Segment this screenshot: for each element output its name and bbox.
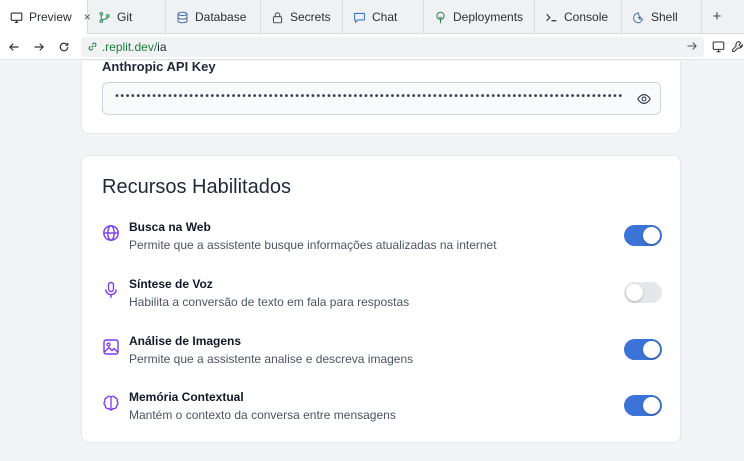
- url-path: ia: [157, 39, 167, 54]
- api-key-masked-value: ••••••••••••••••••••••••••••••••••••••••…: [114, 91, 624, 102]
- feature-voice-synthesis: Síntese de Voz Habilita a conversão de t…: [102, 277, 662, 317]
- tab-bar: Preview × Git Database Secrets Chat Depl…: [0, 0, 744, 34]
- feature-description: Permite que a assistente analise e descr…: [129, 352, 414, 366]
- arrow-right-icon[interactable]: [686, 40, 698, 52]
- deployment-tree-icon: [436, 11, 445, 23]
- feature-toggle[interactable]: [624, 339, 662, 360]
- feature-description: Habilita a conversão de texto em fala pa…: [129, 295, 410, 309]
- git-branch-icon: [99, 11, 110, 23]
- address-bar: .replit.dev/ ia: [0, 34, 744, 60]
- database-icon: [177, 11, 188, 23]
- api-key-card: Anthropic API Key ••••••••••••••••••••••…: [81, 61, 681, 134]
- eye-icon[interactable]: [637, 92, 651, 106]
- brain-icon: [103, 395, 119, 411]
- feature-name: Análise de Imagens: [129, 334, 242, 348]
- tab-label: Database: [195, 10, 247, 24]
- feature-toggle[interactable]: [624, 395, 662, 416]
- feature-description: Permite que a assistente busque informaç…: [129, 238, 497, 252]
- lock-icon: [272, 11, 283, 23]
- feature-name: Síntese de Voz: [129, 277, 213, 291]
- feature-web-search: Busca na Web Permite que a assistente bu…: [102, 220, 662, 260]
- tab-label: Console: [564, 10, 609, 24]
- tab-label: Preview: [29, 10, 72, 24]
- terminal-icon: [546, 13, 557, 21]
- url-field[interactable]: .replit.dev/ ia: [80, 36, 704, 57]
- tab-chat[interactable]: Chat: [343, 0, 424, 34]
- wrench-icon[interactable]: [731, 40, 744, 53]
- feature-description: Mantém o contexto da conversa entre mens…: [129, 408, 396, 422]
- url-domain: .replit.dev/: [101, 39, 158, 54]
- reload-icon: [59, 42, 69, 51]
- tab-deployments[interactable]: Deployments: [424, 0, 535, 34]
- monitor-icon: [10, 11, 23, 23]
- reload-button[interactable]: [53, 36, 75, 58]
- new-tab-button[interactable]: +: [702, 0, 732, 33]
- forward-button[interactable]: [28, 36, 50, 58]
- image-icon: [103, 339, 119, 355]
- toggle-knob: [643, 227, 660, 244]
- tab-secrets[interactable]: Secrets: [261, 0, 343, 34]
- feature-context-memory: Memória Contextual Mantém o contexto da …: [102, 390, 662, 430]
- toggle-knob: [643, 341, 660, 358]
- toggle-knob: [643, 397, 660, 414]
- tab-label: Git: [117, 10, 133, 24]
- api-key-label: Anthropic API Key: [102, 61, 216, 74]
- tab-label: Chat: [372, 10, 398, 24]
- toggle-knob: [626, 284, 643, 301]
- back-button[interactable]: [3, 36, 25, 58]
- chat-bubble-icon: [354, 12, 365, 23]
- tab-shell[interactable]: Shell: [622, 0, 702, 34]
- shell-icon: [633, 12, 644, 23]
- preview-content: Anthropic API Key ••••••••••••••••••••••…: [0, 61, 744, 461]
- features-card: Recursos Habilitados Busca na Web Permit…: [81, 155, 681, 443]
- tab-preview[interactable]: Preview ×: [0, 0, 91, 34]
- arrow-left-icon: [8, 42, 19, 51]
- feature-name: Busca na Web: [129, 220, 211, 234]
- features-title: Recursos Habilitados: [102, 176, 291, 198]
- feature-toggle[interactable]: [624, 282, 662, 303]
- feature-toggle[interactable]: [624, 225, 662, 246]
- link-icon: [88, 42, 97, 51]
- tab-label: Secrets: [290, 10, 331, 24]
- feature-name: Memória Contextual: [129, 390, 244, 404]
- tab-label: Deployments: [453, 10, 524, 24]
- globe-icon: [103, 225, 119, 241]
- tab-database[interactable]: Database: [166, 0, 261, 34]
- devices-icon[interactable]: [712, 40, 725, 53]
- microphone-icon: [105, 281, 117, 298]
- arrow-right-icon: [34, 42, 44, 51]
- tab-label: Shell: [651, 10, 678, 24]
- api-key-input[interactable]: ••••••••••••••••••••••••••••••••••••••••…: [102, 82, 661, 115]
- feature-image-analysis: Análise de Imagens Permite que a assiste…: [102, 334, 662, 374]
- tab-git[interactable]: Git: [88, 0, 166, 34]
- tab-console[interactable]: Console: [535, 0, 622, 34]
